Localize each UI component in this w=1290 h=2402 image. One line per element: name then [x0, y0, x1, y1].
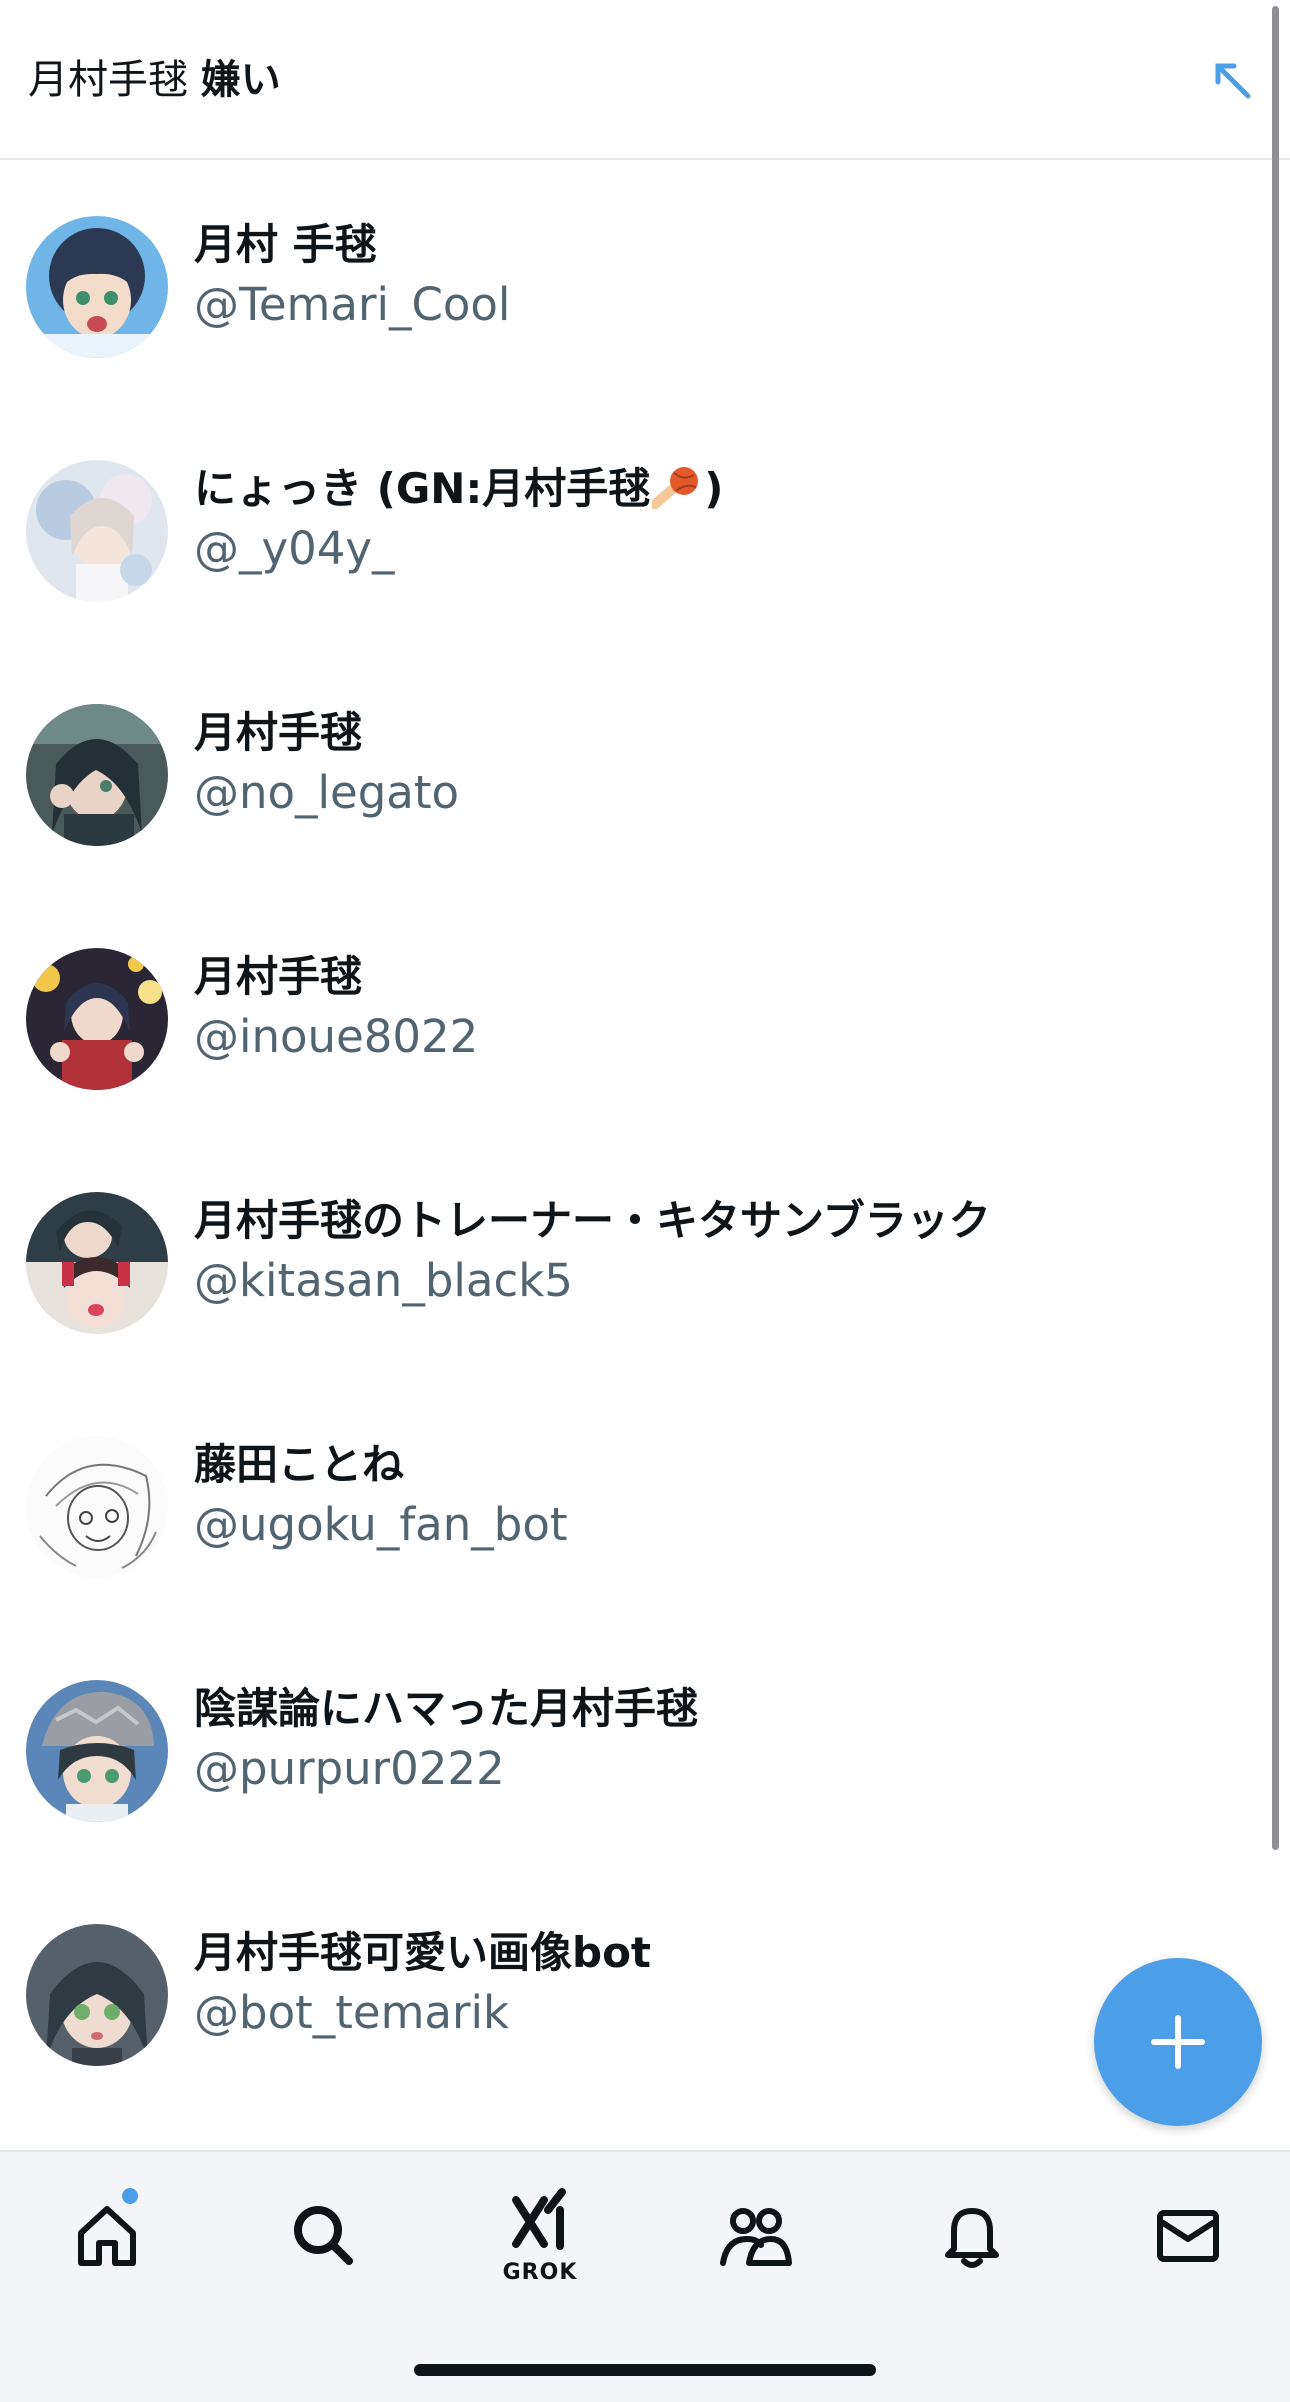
- mail-icon: [1157, 2210, 1219, 2262]
- query-prefix: 月村手毬: [28, 57, 201, 103]
- tab-communities[interactable]: [700, 2180, 810, 2290]
- home-indicator[interactable]: [414, 2364, 876, 2376]
- user-result-row[interactable]: 月村手毬のトレーナー・キタサンブラック @kitasan_black5: [0, 1136, 1260, 1380]
- user-result-row[interactable]: 月村手毬 @no_legato: [0, 648, 1260, 892]
- tab-search[interactable]: [268, 2180, 378, 2290]
- tab-messages[interactable]: [1133, 2180, 1243, 2290]
- user-display-name: 月村手毬可愛い画像bot: [194, 1928, 651, 1977]
- user-result-row[interactable]: にょっき (GN:月村手毬) @_y04y_: [0, 404, 1260, 648]
- search-query-text[interactable]: 月村手毬 嫌い: [28, 50, 281, 110]
- user-display-name: 陰謀論にハマった月村手毬: [194, 1684, 699, 1733]
- tab-home[interactable]: [52, 2180, 162, 2290]
- meteor-ball-emoji-icon: [652, 467, 699, 509]
- avatar: [26, 460, 168, 602]
- avatar: [26, 948, 168, 1090]
- tab-notifications[interactable]: [917, 2180, 1027, 2290]
- avatar: [26, 216, 168, 358]
- notification-dot: [122, 2188, 138, 2204]
- avatar: [26, 704, 168, 846]
- name-text: にょっき (GN:月村手毬: [194, 464, 651, 513]
- compose-button[interactable]: [1094, 1958, 1262, 2126]
- user-handle: @Temari_Cool: [194, 278, 511, 331]
- user-handle: @kitasan_black5: [194, 1254, 573, 1307]
- avatar: [26, 1924, 168, 2066]
- user-display-name: 月村手毬: [194, 708, 363, 757]
- user-display-name: 藤田ことね: [194, 1440, 405, 1489]
- user-handle: @ugoku_fan_bot: [194, 1498, 568, 1551]
- tab-grok[interactable]: GROK: [485, 2180, 595, 2290]
- user-display-name: 月村手毬: [194, 952, 363, 1001]
- query-bold: 嫌い: [200, 57, 281, 103]
- user-result-row[interactable]: 月村手毬 @inoue8022: [0, 892, 1260, 1136]
- user-display-name: にょっき (GN:月村手毬): [194, 462, 723, 516]
- avatar: [26, 1192, 168, 1334]
- avatar: [26, 1436, 168, 1578]
- user-display-name: 月村手毬のトレーナー・キタサンブラック: [194, 1196, 991, 1245]
- bottom-tab-bar: GROK: [0, 2150, 1290, 2402]
- user-result-row[interactable]: 藤田ことね @ugoku_fan_bot: [0, 1380, 1260, 1624]
- fill-query-arrow-icon[interactable]: [1208, 56, 1258, 106]
- name-text-end: ): [704, 464, 724, 513]
- grok-icon: [512, 2188, 566, 2250]
- communities-icon: [720, 2208, 792, 2266]
- grok-label: GROK: [502, 2260, 578, 2285]
- scrollbar[interactable]: [1272, 6, 1279, 1850]
- search-header: 月村手毬 嫌い: [0, 0, 1290, 160]
- bell-icon: [945, 2208, 999, 2268]
- search-icon: [294, 2206, 353, 2265]
- user-result-row[interactable]: 月村手毬可愛い画像bot @bot_temarik: [0, 1868, 1260, 2112]
- home-icon: [78, 2206, 136, 2266]
- avatar: [26, 1680, 168, 1822]
- user-handle: @inoue8022: [194, 1010, 479, 1063]
- user-handle: @_y04y_: [194, 522, 395, 575]
- user-handle: @no_legato: [194, 766, 460, 819]
- user-result-row[interactable]: 陰謀論にハマった月村手毬 @purpur0222: [0, 1624, 1260, 1868]
- user-result-row[interactable]: 月村 手毬 @Temari_Cool: [0, 160, 1260, 404]
- plus-icon: [1151, 2015, 1205, 2069]
- user-display-name: 月村 手毬: [194, 220, 377, 269]
- user-handle: @bot_temarik: [194, 1986, 510, 2039]
- user-handle: @purpur0222: [194, 1742, 505, 1795]
